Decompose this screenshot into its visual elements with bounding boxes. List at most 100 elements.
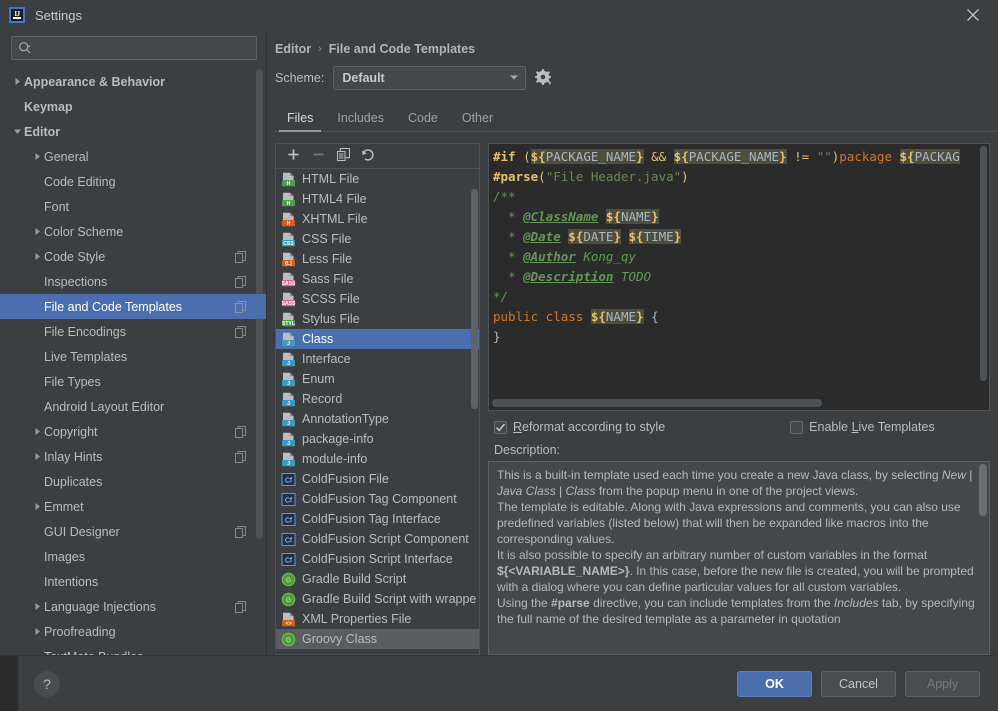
sidebar-item-gui-designer[interactable]: GUI Designer [0,519,266,544]
ok-button[interactable]: OK [737,670,812,697]
copy-settings-icon[interactable] [235,600,247,613]
sidebar-item-emmet[interactable]: Emmet [0,494,266,519]
sidebar-item-font[interactable]: Font [0,194,266,219]
chevron-right-icon[interactable] [11,69,24,94]
template-list-item[interactable]: CSS CSS File [276,229,479,249]
template-list-item[interactable]: Cf ColdFusion File [276,469,479,489]
apply-button: Apply [905,670,980,697]
tab-files[interactable]: Files [275,111,325,132]
sidebar-item-language-injections[interactable]: Language Injections [0,594,266,619]
sidebar-item-general[interactable]: General [0,144,266,169]
chevron-right-icon[interactable] [31,219,44,244]
template-list-item[interactable]: SASS SCSS File [276,289,479,309]
template-tabs[interactable]: Files Includes Code Other [275,104,998,132]
template-list-item[interactable]: STYL Stylus File [276,309,479,329]
template-list-item[interactable]: J Enum [276,369,479,389]
copy-settings-icon[interactable] [235,275,247,288]
template-list-item[interactable]: Cf ColdFusion Script Interface [276,549,479,569]
sidebar-item-android-layout-editor[interactable]: Android Layout Editor [0,394,266,419]
template-list-item[interactable]: {L} Less File [276,249,479,269]
copy-template-button[interactable] [332,146,354,166]
sidebar-item-appearance-behavior[interactable]: Appearance & Behavior [0,69,266,94]
chevron-right-icon[interactable] [31,494,44,519]
live-templates-label[interactable]: Enable Live Templates [809,420,935,434]
settings-tree[interactable]: Appearance & Behavior Keymap Editor General… [0,67,266,655]
template-list-item[interactable]: G Groovy Class [276,629,479,649]
sidebar-item-editor[interactable]: Editor [0,119,266,144]
description-scrollbar[interactable] [979,464,987,516]
template-list-item[interactable]: J Record [276,389,479,409]
sidebar-item-file-encodings[interactable]: File Encodings [0,319,266,344]
chevron-down-icon[interactable] [11,119,24,144]
tab-includes[interactable]: Includes [325,111,396,132]
help-button[interactable]: ? [34,670,60,697]
chevron-right-icon[interactable] [31,619,44,644]
sidebar-item-duplicates[interactable]: Duplicates [0,469,266,494]
tab-code[interactable]: Code [396,111,450,132]
copy-settings-icon[interactable] [235,450,247,463]
chevron-right-icon[interactable] [31,419,44,444]
template-list-item[interactable]: Cf ColdFusion Tag Interface [276,509,479,529]
description-paragraph: Using the #parse directive, you can incl… [497,596,975,626]
sidebar-item-copyright[interactable]: Copyright [0,419,266,444]
template-list-item[interactable]: J Class [276,329,479,349]
gear-icon[interactable] [535,69,553,87]
template-code-editor[interactable]: #if (${PACKAGE_NAME} && ${PACKAGE_NAME} … [488,143,990,411]
sidebar-item-inlay-hints[interactable]: Inlay Hints [0,444,266,469]
template-list-item[interactable]: Jmodule-info [276,449,479,469]
description-box[interactable]: This is a built-in template used each ti… [488,461,990,655]
editor-horizontal-scrollbar[interactable] [492,399,822,407]
sidebar-item-live-templates[interactable]: Live Templates [0,344,266,369]
sidebar-item-inspections[interactable]: Inspections [0,269,266,294]
search-box[interactable] [11,36,257,60]
template-list-item[interactable]: H XHTML File [276,209,479,229]
editor-vertical-scrollbar[interactable] [980,146,987,381]
cancel-button[interactable]: Cancel [821,670,896,697]
chevron-right-icon[interactable] [31,444,44,469]
copy-settings-icon[interactable] [235,250,247,263]
template-list-item[interactable]: H HTML File [276,169,479,189]
scheme-dropdown[interactable]: Default [333,66,527,90]
copy-settings-icon[interactable] [235,325,247,338]
svg-text:SASS: SASS [282,281,296,287]
live-templates-checkbox[interactable] [790,420,804,434]
chevron-right-icon[interactable] [31,244,44,269]
sidebar-item-keymap[interactable]: Keymap [0,94,266,119]
template-list-item[interactable]: SASS Sass File [276,269,479,289]
template-list-item[interactable]: Cf ColdFusion Script Component [276,529,479,549]
template-list-item[interactable]: G Gradle Build Script with wrappe [276,589,479,609]
template-list-item[interactable]: Jpackage-info [276,429,479,449]
close-icon[interactable] [958,0,988,30]
sidebar-item-images[interactable]: Images [0,544,266,569]
reformat-checkbox[interactable] [494,420,507,434]
breadcrumb-root[interactable]: Editor [275,42,311,56]
template-list-item[interactable]: J AnnotationType [276,409,479,429]
add-template-button[interactable] [282,146,304,166]
sidebar-item-file-and-code-templates[interactable]: File and Code Templates [0,294,266,319]
sidebar-item-intentions[interactable]: Intentions [0,569,266,594]
template-list-item[interactable]: <> XML Properties File [276,609,479,629]
chevron-right-icon[interactable] [31,144,44,169]
template-list-item[interactable]: Cf ColdFusion Tag Component [276,489,479,509]
sidebar-item-textmate-bundles[interactable]: TextMate Bundles [0,644,266,656]
code-token: NAME [605,309,637,324]
tab-other[interactable]: Other [450,111,505,132]
templates-list[interactable]: H HTML File H HTML4 File H XHTML File CSS CSS F… [276,169,479,654]
sidebar-item-proofreading[interactable]: Proofreading [0,619,266,644]
sidebar-item-file-types[interactable]: File Types [0,369,266,394]
templates-scrollbar[interactable] [471,189,478,409]
template-list-item[interactable]: J Interface [276,349,479,369]
plus-icon [287,148,300,164]
chevron-right-icon[interactable] [31,594,44,619]
template-list-item[interactable]: H HTML4 File [276,189,479,209]
copy-settings-icon[interactable] [235,425,247,438]
template-list-item[interactable]: G Gradle Build Script [276,569,479,589]
search-input[interactable] [32,40,250,56]
sidebar-item-code-style[interactable]: Code Style [0,244,266,269]
reset-template-button[interactable] [357,146,379,166]
sidebar-item-color-scheme[interactable]: Color Scheme [0,219,266,244]
copy-settings-icon[interactable] [235,300,247,313]
reformat-label[interactable]: Reformat according to style [513,420,665,434]
copy-settings-icon[interactable] [235,525,247,538]
sidebar-item-code-editing[interactable]: Code Editing [0,169,266,194]
